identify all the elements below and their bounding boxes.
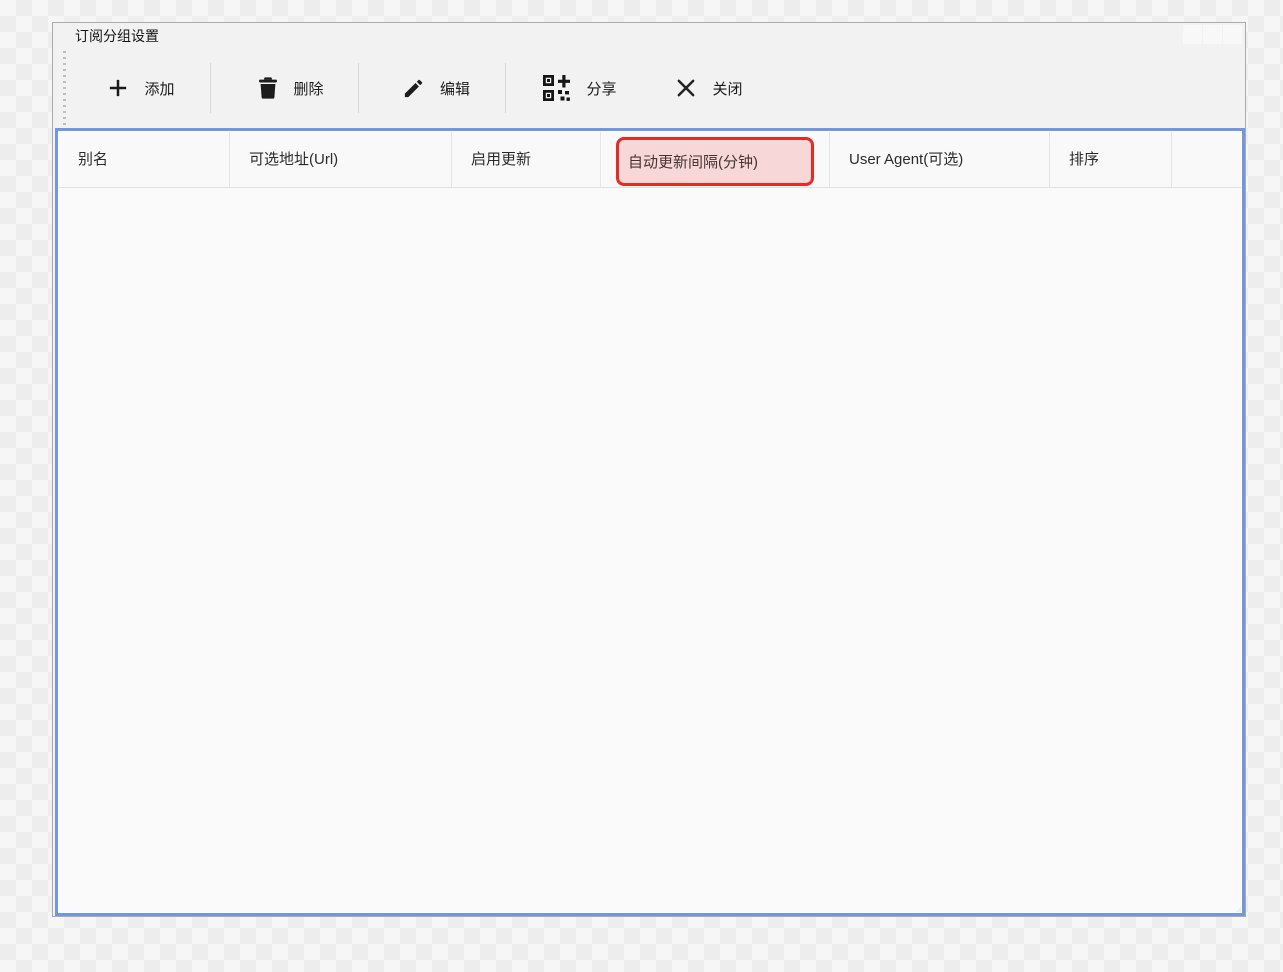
toolbar-drag-handle[interactable] (63, 51, 66, 126)
highlight-annotation-box: 自动更新间隔(分钟) (616, 137, 814, 186)
minimize-button[interactable] (1183, 25, 1202, 44)
subscription-table-inner: 别名 可选地址(Url) 启用更新 自动更新间隔(分钟) User Agent(… (59, 132, 1241, 912)
column-header-alias[interactable]: 别名 (59, 132, 230, 187)
share-button-label: 分享 (586, 78, 616, 99)
desktop-transparent-background: { "window": { "title": "订阅分组设置" }, "tool… (0, 0, 1283, 972)
window-title: 订阅分组设置 (75, 23, 159, 49)
column-header-auto-update-interval[interactable]: 自动更新间隔(分钟) (601, 132, 830, 187)
close-button[interactable]: 关闭 (655, 66, 763, 110)
toolbar-separator (210, 63, 211, 113)
titlebar[interactable]: 订阅分组设置 (53, 23, 1245, 48)
delete-button[interactable]: 删除 (236, 66, 346, 110)
edit-button-label: 编辑 (440, 78, 470, 99)
qr-share-icon (541, 73, 571, 103)
close-window-button[interactable] (1223, 25, 1242, 44)
subscription-table: 别名 可选地址(Url) 启用更新 自动更新间隔(分钟) User Agent(… (55, 128, 1245, 916)
column-header-auto-update-interval-label: 自动更新间隔(分钟) (628, 151, 758, 172)
subscription-group-settings-window: 订阅分组设置 添加 删除 (52, 22, 1246, 917)
add-button-label: 添加 (144, 78, 174, 99)
column-header-user-agent[interactable]: User Agent(可选) (830, 132, 1050, 187)
column-header-empty (1172, 132, 1241, 187)
plus-icon (107, 77, 129, 99)
share-button[interactable]: 分享 (521, 66, 637, 110)
window-controls (1183, 25, 1242, 44)
table-header-row: 别名 可选地址(Url) 启用更新 自动更新间隔(分钟) User Agent(… (59, 132, 1241, 188)
maximize-button[interactable] (1203, 25, 1222, 44)
close-button-label: 关闭 (712, 78, 742, 99)
add-button[interactable]: 添加 (85, 66, 197, 110)
column-header-sort[interactable]: 排序 (1050, 132, 1172, 187)
close-icon (675, 77, 697, 99)
toolbar-separator (505, 63, 506, 113)
resize-grip[interactable] (1232, 903, 1241, 912)
trash-icon (258, 77, 278, 99)
column-header-url[interactable]: 可选地址(Url) (230, 132, 452, 187)
edit-button[interactable]: 编辑 (380, 66, 492, 110)
pencil-icon (402, 77, 425, 100)
delete-button-label: 删除 (293, 78, 323, 99)
toolbar: 添加 删除 编辑 (53, 48, 1245, 128)
toolbar-separator (358, 63, 359, 113)
column-header-enable-update[interactable]: 启用更新 (452, 132, 601, 187)
table-body-empty (59, 188, 1241, 912)
